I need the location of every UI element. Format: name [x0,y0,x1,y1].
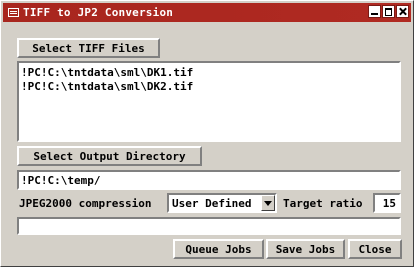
compression-select[interactable]: User Defined [167,193,277,213]
list-item[interactable]: !PC!C:\tntdata\sml\DK2.tif [21,80,397,94]
queue-jobs-button[interactable]: Queue Jobs [173,239,264,259]
maximize-icon[interactable] [382,5,395,18]
window-title: TIFF to JP2 Conversion [23,6,174,19]
select-tiff-files-button[interactable]: Select TIFF Files [17,38,160,58]
close-button[interactable]: Close [348,239,402,259]
close-icon[interactable] [396,5,409,18]
output-directory-field[interactable]: !PC!C:\temp/ [17,170,401,190]
status-bar [17,217,401,235]
conversion-window: TIFF to JP2 Conversion Select TIFF Files… [0,0,414,267]
list-item[interactable]: !PC!C:\tntdata\sml\DK1.tif [21,66,397,80]
target-ratio-value: 15 [382,197,396,210]
window-menu-icon[interactable] [8,8,19,17]
title-bar[interactable]: TIFF to JP2 Conversion [3,3,411,22]
minimize-icon[interactable] [368,5,381,18]
save-jobs-button[interactable]: Save Jobs [266,239,345,259]
chevron-down-icon[interactable] [261,195,275,211]
output-directory-value: !PC!C:\temp/ [21,174,101,187]
target-ratio-input[interactable]: 15 [373,193,401,213]
compression-selected: User Defined [172,196,252,210]
target-ratio-label: Target ratio [283,197,363,210]
compression-label: JPEG2000 compression [19,197,152,210]
file-list[interactable]: !PC!C:\tntdata\sml\DK1.tif !PC!C:\tntdat… [17,61,401,142]
window-controls [367,5,409,18]
select-output-directory-button[interactable]: Select Output Directory [17,146,202,166]
